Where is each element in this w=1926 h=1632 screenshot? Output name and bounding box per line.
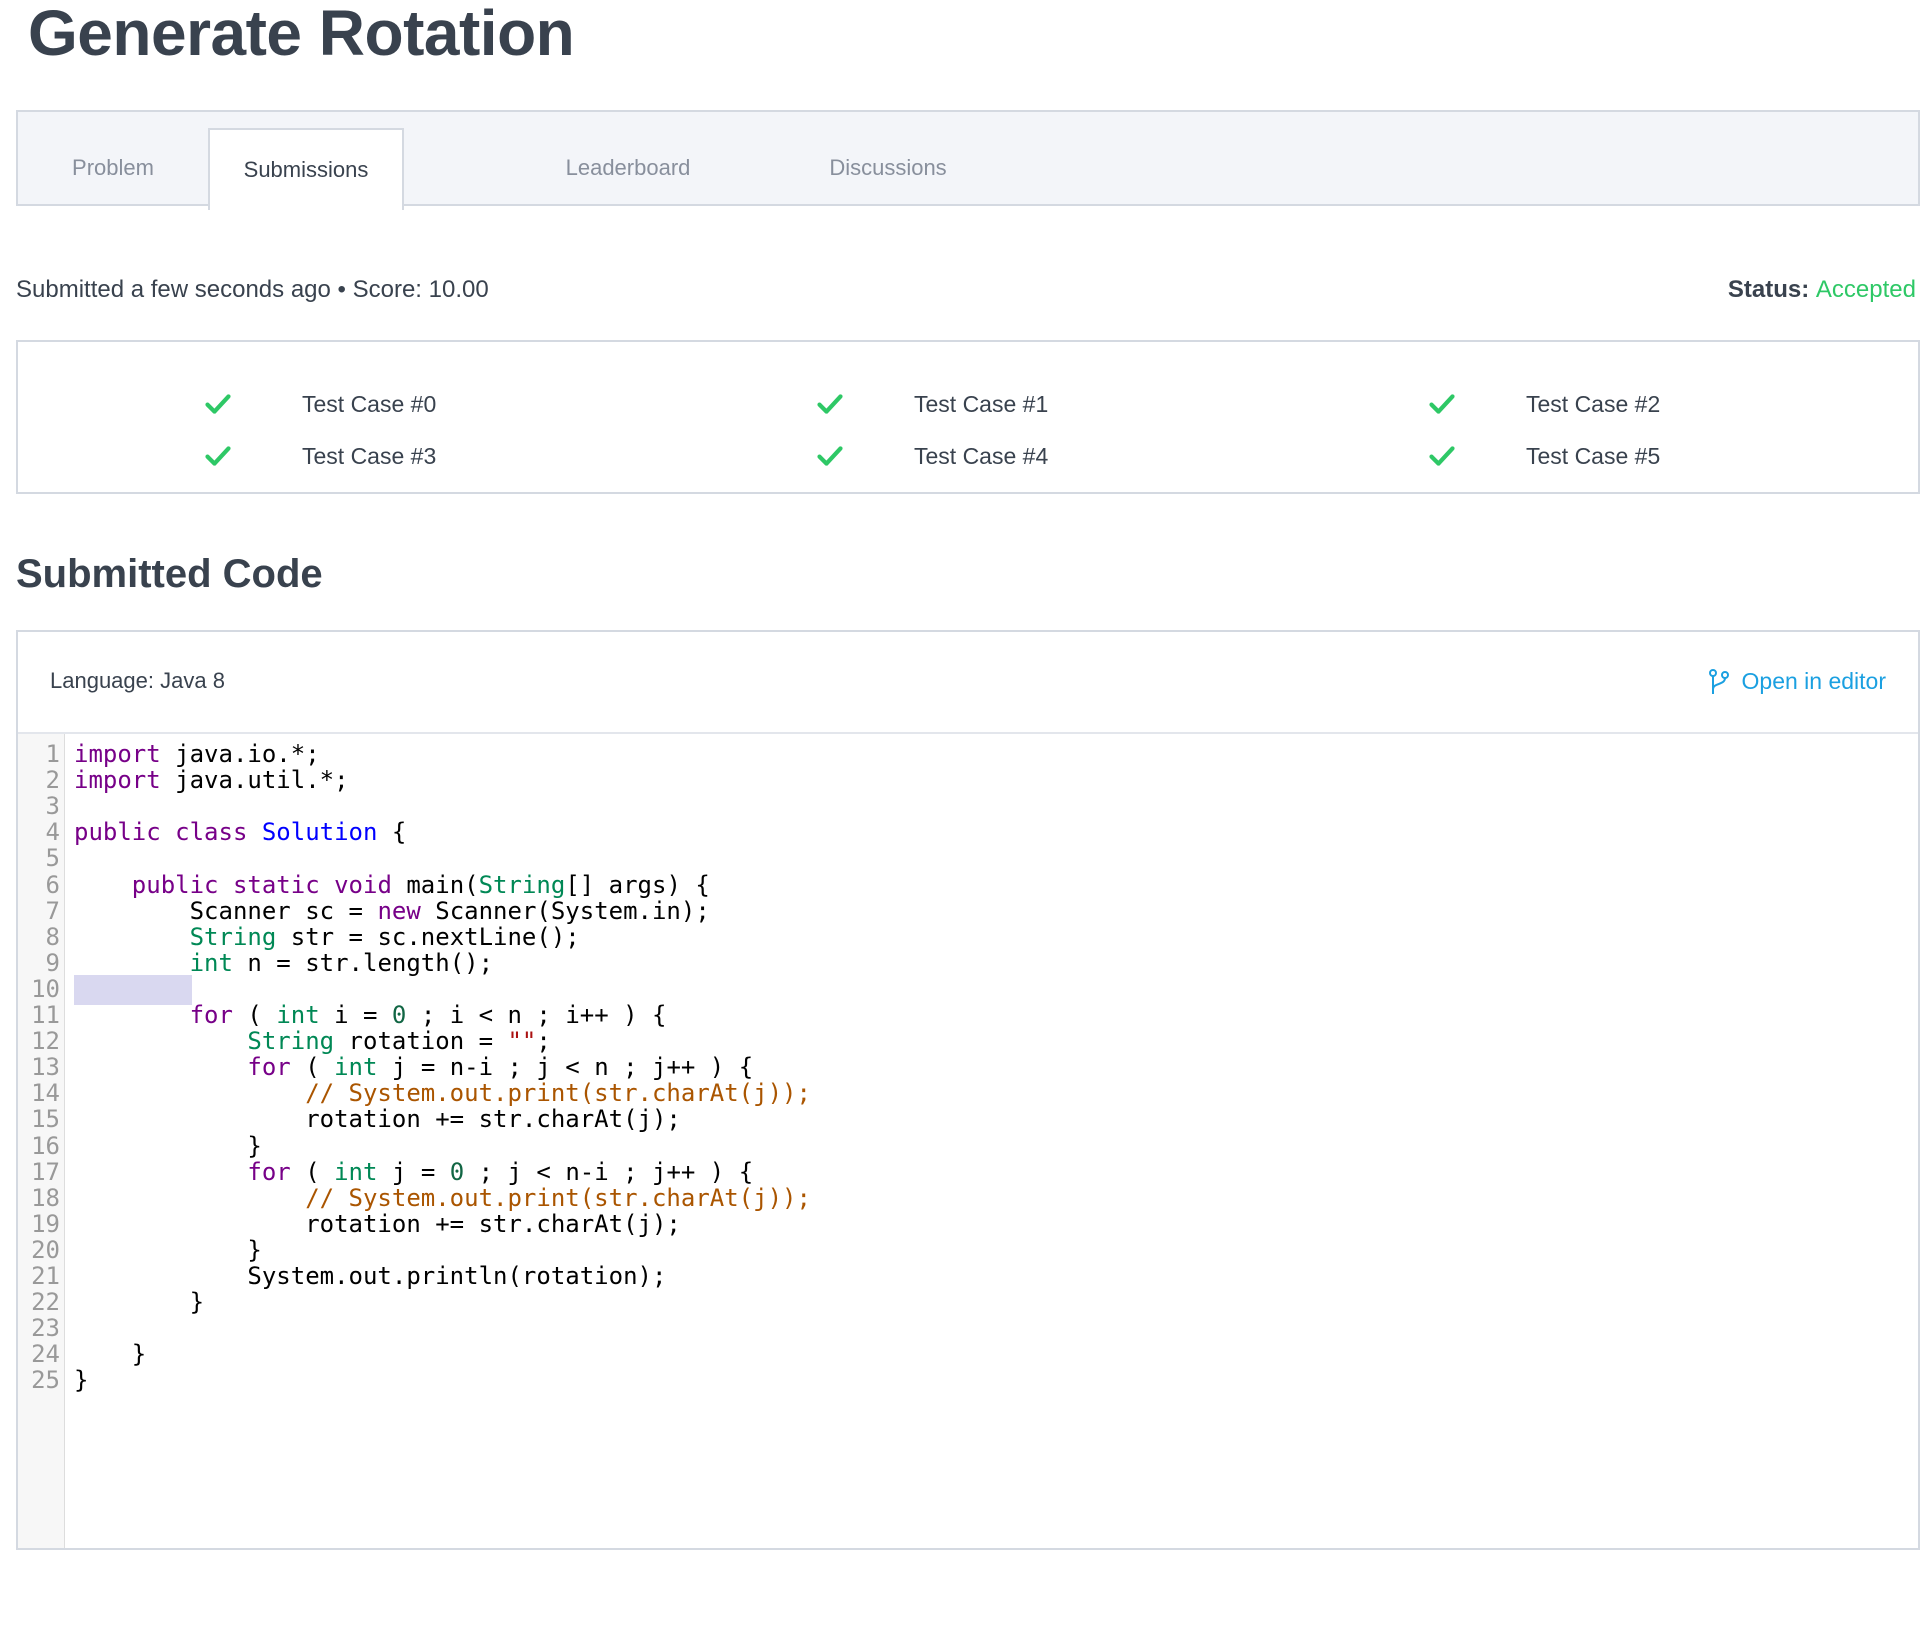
code-panel: Language: Java 8 Open in editor 1 import … xyxy=(16,630,1920,1550)
test-case-label: Test Case #2 xyxy=(1526,390,1661,417)
test-case-label: Test Case #4 xyxy=(914,442,1049,469)
test-case-label: Test Case #3 xyxy=(302,442,437,469)
test-case-label: Test Case #0 xyxy=(302,390,437,417)
status-label: Status: xyxy=(1727,276,1810,303)
code-text: } xyxy=(74,1366,89,1395)
test-case[interactable]: Test Case #5 xyxy=(1428,436,1660,476)
check-icon xyxy=(817,394,843,414)
check-icon xyxy=(817,446,843,466)
check-icon xyxy=(205,394,231,414)
test-case[interactable]: Test Case #4 xyxy=(816,436,1048,476)
tab-problem[interactable]: Problem xyxy=(18,128,208,208)
tab-bar: Problem Submissions Leaderboard Discussi… xyxy=(16,110,1920,210)
tab-leaderboard[interactable]: Leaderboard xyxy=(528,128,728,208)
test-case[interactable]: Test Case #1 xyxy=(816,384,1048,424)
branch-icon xyxy=(1708,668,1729,694)
open-in-editor-label: Open in editor xyxy=(1741,668,1886,694)
language-label: Language: Java 8 xyxy=(50,668,225,693)
open-in-editor-link[interactable]: Open in editor xyxy=(1708,668,1886,695)
test-case[interactable]: Test Case #0 xyxy=(204,384,436,424)
code-line: 25} xyxy=(18,1364,1918,1396)
test-case-label: Test Case #5 xyxy=(1526,442,1661,469)
submission-status: Status: Accepted xyxy=(1728,276,1916,304)
page-title: Generate Rotation xyxy=(28,0,575,69)
check-icon xyxy=(205,446,231,466)
test-case[interactable]: Test Case #3 xyxy=(204,436,436,476)
check-icon xyxy=(1429,446,1455,466)
code-panel-header: Language: Java 8 Open in editor xyxy=(18,632,1918,734)
status-badge: Accepted xyxy=(1815,276,1916,303)
submission-meta: Submitted a few seconds ago • Score: 10.… xyxy=(16,276,489,303)
test-case[interactable]: Test Case #2 xyxy=(1428,384,1660,424)
submitted-code-heading: Submitted Code xyxy=(16,552,323,596)
line-number: 25 xyxy=(31,1366,60,1395)
page: Generate Rotation Problem Submissions Le… xyxy=(0,0,1926,1632)
tab-discussions[interactable]: Discussions xyxy=(788,128,988,208)
check-icon xyxy=(1429,394,1455,414)
test-cases-panel: Test Case #0 Test Case #1 Test Case #2 T… xyxy=(16,340,1920,494)
tab-submissions[interactable]: Submissions xyxy=(208,128,404,210)
test-case-label: Test Case #1 xyxy=(914,390,1049,417)
code-editor[interactable]: 1 import java.io.*; 2 import java.util.*; 3 4… xyxy=(18,734,1918,1548)
